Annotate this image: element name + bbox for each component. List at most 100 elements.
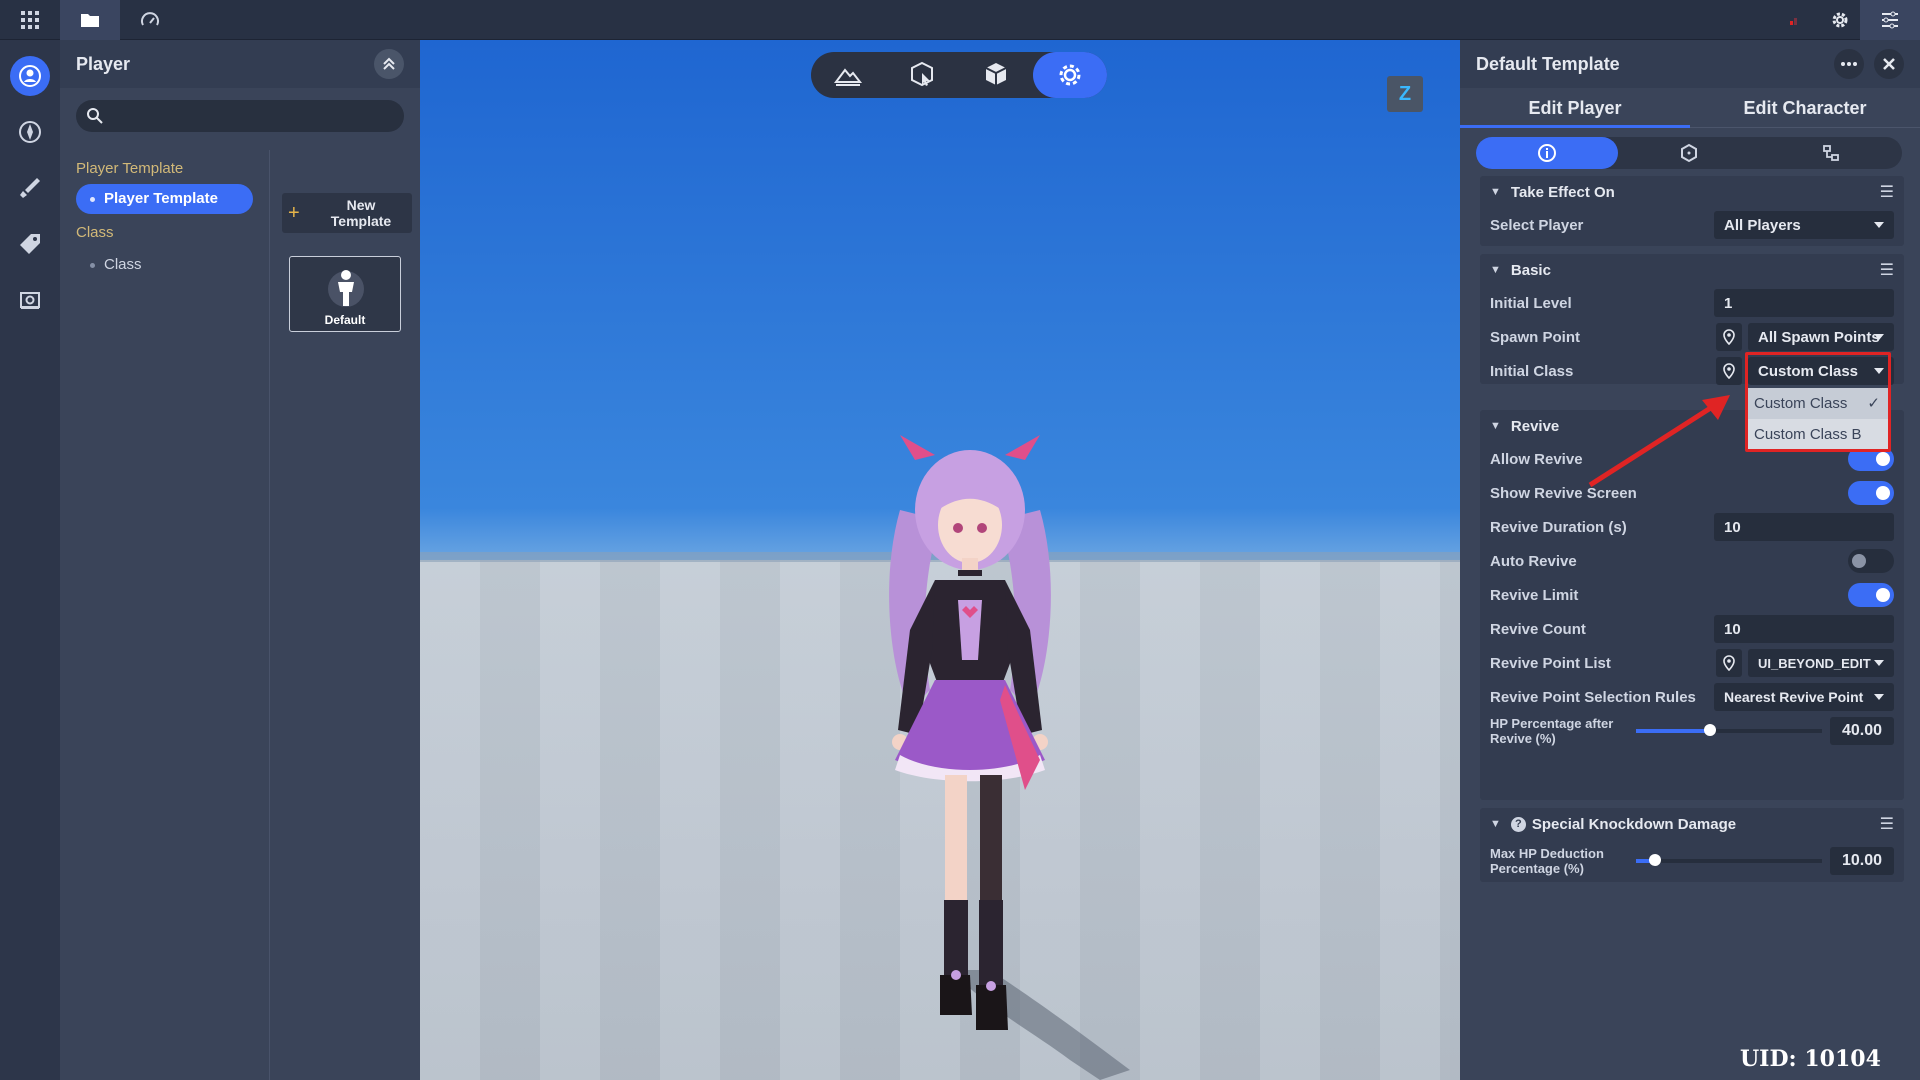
camera-frame-icon[interactable] [10,280,50,320]
location-pin-icon[interactable] [1716,323,1742,351]
section-take-effect: ▼ Take Effect On ☰ Select Player All Playe… [1480,176,1904,246]
section-knockdown: ▼? Special Knockdown Damage ☰ Max HP Deduc… [1480,808,1904,882]
selection-rules-dropdown[interactable]: Nearest Revive Point [1714,683,1894,711]
select-player-value: All Players [1724,216,1801,234]
tree-group-player-template[interactable]: Player Template [60,154,269,184]
auto-revive-row: Auto Revive [1490,544,1894,578]
revive-count-input[interactable]: 10 [1714,615,1894,643]
uid-label: UID: 10104 [1740,1046,1881,1072]
gauge-icon[interactable] [120,0,180,40]
collapse-up-icon[interactable] [374,49,404,79]
revive-point-list-value: UI_BEYOND_EDIT [1758,655,1871,671]
folder-icon[interactable] [60,0,120,40]
section-title: Special Knockdown Damage [1531,815,1737,833]
search-input[interactable] [76,100,404,132]
slider-knob[interactable] [1648,854,1661,866]
initial-level-row: Initial Level 1 [1490,286,1894,320]
person-icon [328,270,364,307]
tree-item-class[interactable]: Class [76,250,253,280]
take-effect-header[interactable]: ▼ Take Effect On ☰ [1480,176,1904,208]
revive-point-list-row: Revive Point List UI_BEYOND_EDIT [1490,646,1894,680]
basic-header[interactable]: ▼ Basic ☰ [1480,254,1904,286]
max-hp-deduction-row: Max HP Deduction Percentage (%) 10.00 [1490,844,1894,878]
revive-limit-label: Revive Limit [1490,586,1579,604]
gear-mode-icon[interactable] [1033,52,1107,98]
spawn-point-dropdown[interactable]: All Spawn Points [1748,323,1894,351]
caret-down-icon [1874,694,1884,700]
caret-down-icon [1874,334,1884,340]
max-hp-deduction-label: Max HP Deduction Percentage (%) [1490,846,1604,876]
revive-duration-input[interactable]: 10 [1714,513,1894,541]
revive-limit-row: Revive Limit [1490,578,1894,612]
sliders-icon[interactable] [1860,0,1920,40]
tree-group-class[interactable]: Class [60,218,269,248]
spawn-point-value: All Spawn Points [1758,328,1880,346]
hamburger-menu-icon[interactable]: ☰ [1880,260,1894,280]
revive-limit-toggle[interactable] [1848,583,1894,607]
knockdown-header[interactable]: ▼? Special Knockdown Damage ☰ [1480,808,1904,840]
revive-point-list-dropdown[interactable]: UI_BEYOND_EDIT [1748,649,1894,677]
tag-icon[interactable] [10,224,50,264]
search-icon [87,108,103,124]
tab-edit-player[interactable]: Edit Player [1460,88,1690,128]
top-bar [0,0,1920,40]
hamburger-menu-icon[interactable]: ☰ [1880,814,1894,834]
tree-item-player-template[interactable]: Player Template [76,184,253,214]
slider-fill [1636,729,1711,733]
sword-icon[interactable] [10,168,50,208]
plus-icon: + [288,201,300,224]
slider-knob[interactable] [1704,724,1717,736]
selection-rules-row: Revive Point Selection Rules Nearest Rev… [1490,680,1894,714]
initial-level-input[interactable]: 1 [1714,289,1894,317]
location-pin-icon[interactable] [1716,649,1742,677]
z-key-badge[interactable]: Z [1387,76,1423,112]
max-hp-deduction-slider[interactable] [1636,854,1822,866]
auto-revive-toggle[interactable] [1848,549,1894,573]
hamburger-menu-icon[interactable]: ☰ [1880,182,1894,202]
revive-count-row: Revive Count 10 [1490,612,1894,646]
mode-toolbar [811,52,1107,98]
info-tab-icon[interactable] [1476,137,1618,169]
app-grid-icon[interactable] [0,0,60,40]
max-hp-deduction-value[interactable]: 10.00 [1830,847,1894,875]
dice-tab-icon[interactable] [1618,137,1760,169]
terrain-mode-icon[interactable] [811,52,885,98]
player-icon[interactable] [10,56,50,96]
properties-header: Default Template [1460,40,1920,88]
new-template-label: New Template [330,197,392,229]
properties-panel: Default Template Edit Player Edit Charac… [1460,40,1920,1080]
red-highlight-box [1745,352,1891,452]
player-panel-header: Player [60,40,420,88]
panel-title: Player [76,53,131,74]
select-player-row: Select Player All Players [1490,208,1894,242]
character-model [889,435,1051,1030]
new-template-button[interactable]: + New Template [282,193,412,233]
help-icon[interactable]: ? [1510,816,1526,832]
section-title: Take Effect On [1510,183,1615,201]
red-pointer-arrow [1588,395,1730,488]
spawn-point-row: Spawn Point All Spawn Points [1490,320,1894,354]
editor-tabs: Edit Player Edit Character [1460,88,1920,128]
show-revive-screen-toggle[interactable] [1848,481,1894,505]
caret-down-icon [1874,660,1884,666]
scene-viewport[interactable]: Z [420,40,1460,1080]
hp-percentage-value[interactable]: 40.00 [1830,717,1894,745]
hp-percentage-slider[interactable] [1636,724,1822,736]
select-player-dropdown[interactable]: All Players [1714,211,1894,239]
cube-mode-icon[interactable] [959,52,1033,98]
caret-down-icon [1874,222,1884,228]
tab-edit-character[interactable]: Edit Character [1690,88,1920,127]
template-card-label: Default [324,313,366,327]
close-icon[interactable] [1874,49,1904,79]
section-title: Basic [1510,261,1551,279]
template-card-default[interactable]: Default [289,256,401,332]
property-subtabs [1476,137,1902,169]
object-select-mode-icon[interactable] [885,52,959,98]
location-pin-icon[interactable] [1716,357,1742,385]
player-panel: Player Player Template Player Template C… [60,40,420,1080]
more-options-icon[interactable] [1834,49,1864,79]
template-title: Default Template [1476,53,1620,74]
compass-icon[interactable] [10,112,50,152]
hierarchy-tab-icon[interactable] [1760,137,1902,169]
template-tree: Player Template Player Template Class Cl… [60,150,270,1080]
